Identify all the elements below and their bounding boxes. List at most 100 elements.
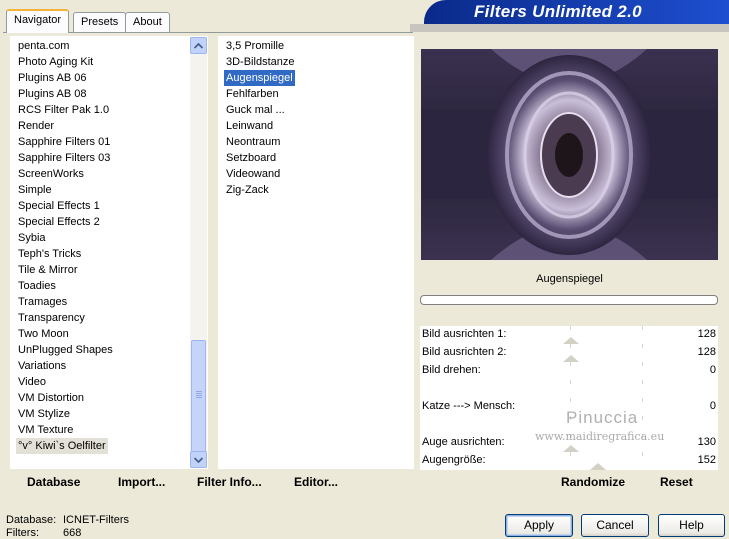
slider-label: Bild ausrichten 1: (422, 328, 507, 340)
slider-value: 152 (697, 454, 716, 466)
category-item[interactable]: Simple (16, 182, 54, 198)
app-banner: Filters Unlimited 2.0 (424, 0, 729, 24)
filter-item[interactable]: Leinwand (224, 118, 275, 134)
chevron-up-icon (194, 42, 203, 49)
slider-tick (642, 362, 643, 366)
tab-presets[interactable]: Presets (73, 12, 127, 32)
database-button[interactable]: Database (27, 475, 80, 489)
tab-presets-label: Presets (81, 16, 119, 28)
slider-row[interactable]: Bild drehen: 0 (420, 362, 718, 380)
slider-tick (642, 452, 643, 456)
slider-row[interactable] (420, 380, 718, 398)
filter-item[interactable]: Zig-Zack (224, 182, 271, 198)
editor-button[interactable]: Editor... (294, 475, 338, 489)
filter-item[interactable]: Neontraum (224, 134, 282, 150)
slider-value: 0 (709, 400, 716, 412)
tab-about[interactable]: About (125, 12, 170, 32)
slider-value: 128 (697, 346, 716, 358)
status-filters-label: Filters: (6, 527, 39, 539)
import-button[interactable]: Import... (118, 475, 165, 489)
category-item[interactable]: RCS Filter Pak 1.0 (16, 102, 111, 118)
slider-tick (642, 398, 643, 402)
slider-tick (570, 326, 571, 330)
category-item[interactable]: penta.com (16, 38, 71, 54)
watermark-name: Pinuccia (566, 408, 639, 427)
grip-line (196, 397, 202, 398)
filter-item[interactable]: Guck mal ... (224, 102, 287, 118)
category-item[interactable]: Photo Aging Kit (16, 54, 95, 70)
slider-row[interactable]: Augengröße: 152 (420, 452, 718, 470)
category-item[interactable]: VM Stylize (16, 406, 72, 422)
category-item[interactable]: Tile & Mirror (16, 262, 79, 278)
slider-value: 130 (697, 436, 716, 448)
slider-thumb[interactable] (590, 463, 606, 470)
category-item[interactable]: UnPlugged Shapes (16, 342, 115, 358)
filter-item[interactable]: Videowand (224, 166, 282, 182)
category-item[interactable]: Render (16, 118, 56, 134)
category-item[interactable]: Plugins AB 06 (16, 70, 89, 86)
filter-item[interactable]: Augenspiegel (224, 70, 295, 86)
apply-button[interactable]: Apply (505, 514, 573, 537)
progress-bar (420, 295, 718, 305)
selected-filter-name: Augenspiegel (536, 273, 603, 285)
category-item[interactable]: Video (16, 374, 48, 390)
slider-thumb[interactable] (563, 445, 579, 452)
slider-thumb[interactable] (563, 355, 579, 362)
category-item[interactable]: Transparency (16, 310, 87, 326)
slider-label: Augengröße: (422, 454, 486, 466)
scroll-up-button[interactable] (190, 37, 207, 54)
category-item[interactable]: VM Distortion (16, 390, 86, 406)
filter-item[interactable]: 3,5 Promille (224, 38, 286, 54)
category-item[interactable]: Two Moon (16, 326, 71, 342)
tab-navigator-label: Navigator (14, 14, 62, 26)
slider-label: Bild ausrichten 2: (422, 346, 507, 358)
category-item[interactable]: Special Effects 2 (16, 214, 102, 230)
slider-tick (642, 344, 643, 348)
grip-line (196, 393, 202, 394)
filter-item[interactable]: Setzboard (224, 150, 278, 166)
slider-tick (642, 380, 643, 384)
randomize-button[interactable]: Randomize (561, 475, 625, 489)
help-button[interactable]: Help (658, 514, 725, 537)
category-item[interactable]: Special Effects 1 (16, 198, 102, 214)
category-item[interactable]: °v° Kiwi`s Oelfilter (16, 438, 108, 454)
filter-preview (421, 49, 718, 260)
category-item[interactable]: Plugins AB 08 (16, 86, 89, 102)
slider-label: Bild drehen: (422, 364, 481, 376)
tab-about-label: About (133, 16, 162, 28)
scroll-thumb[interactable] (191, 340, 206, 452)
status-database-value: ICNET-Filters (63, 514, 129, 526)
category-item[interactable]: ScreenWorks (16, 166, 86, 182)
app-title: Filters Unlimited 2.0 (474, 2, 642, 21)
category-item[interactable]: VM Texture (16, 422, 75, 438)
category-item[interactable]: Tramages (16, 294, 69, 310)
slider-tick (642, 326, 643, 330)
slider-tick (570, 452, 571, 456)
filter-info-button[interactable]: Filter Info... (197, 475, 262, 489)
preview-image (421, 49, 718, 260)
grip-line (196, 395, 202, 396)
category-item[interactable]: Teph's Tricks (16, 246, 83, 262)
filter-item[interactable]: 3D-Bildstanze (224, 54, 296, 70)
slider-value: 0 (709, 364, 716, 376)
grip-line (196, 391, 202, 392)
status-filters-value: 668 (63, 527, 82, 539)
slider-label: Auge ausrichten: (422, 436, 505, 448)
category-item[interactable]: Sapphire Filters 03 (16, 150, 112, 166)
category-item[interactable]: Toadies (16, 278, 58, 294)
scroll-down-button[interactable] (190, 451, 207, 468)
category-item[interactable]: Sapphire Filters 01 (16, 134, 112, 150)
slider-tick (570, 398, 571, 402)
slider-tick (642, 416, 643, 420)
banner-strip (410, 24, 729, 32)
tab-navigator[interactable]: Navigator (6, 9, 70, 33)
category-item[interactable]: Variations (16, 358, 68, 374)
filter-item[interactable]: Fehlfarben (224, 86, 281, 102)
slider-thumb[interactable] (563, 337, 579, 344)
slider-label: Katze ---> Mensch: (422, 400, 516, 412)
watermark-url: www.maidiregrafica.eu (535, 430, 665, 443)
chevron-down-icon (194, 456, 203, 463)
reset-button[interactable]: Reset (660, 475, 693, 489)
category-item[interactable]: Sybia (16, 230, 48, 246)
cancel-button[interactable]: Cancel (581, 514, 649, 537)
